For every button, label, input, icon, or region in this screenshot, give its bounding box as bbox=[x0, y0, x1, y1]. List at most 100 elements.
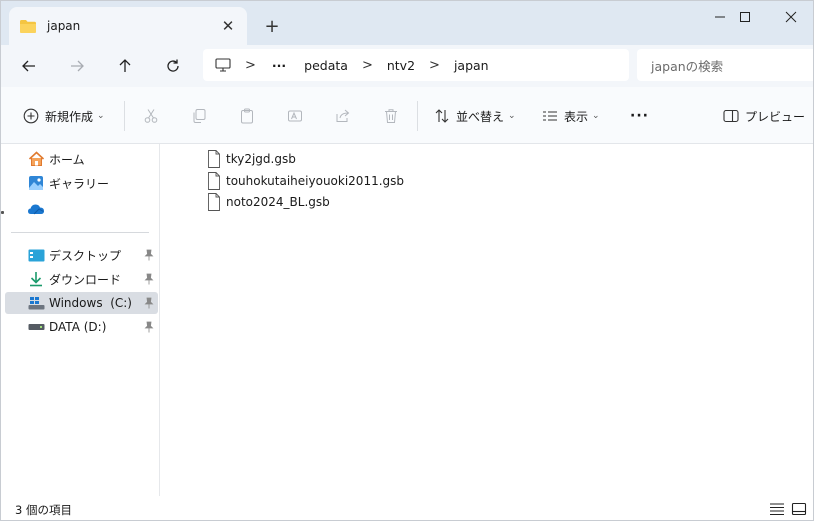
desktop-icon bbox=[27, 246, 45, 264]
preview-pane-button[interactable]: プレビュー bbox=[723, 105, 805, 127]
maximize-button[interactable] bbox=[722, 1, 768, 33]
divider bbox=[124, 101, 125, 131]
file-explorer-window: japan ✕ + > ··· pedata > ntv2 > japan ja… bbox=[0, 0, 814, 521]
sort-label: 並べ替え bbox=[456, 109, 505, 124]
breadcrumb-separator[interactable]: > bbox=[245, 58, 256, 73]
close-button[interactable] bbox=[768, 1, 813, 33]
sidebar-item-home[interactable]: ホーム bbox=[5, 148, 158, 170]
sidebar-item-downloads[interactable]: ダウンロード bbox=[5, 268, 158, 290]
sidebar-item-label: ギャラリー bbox=[49, 176, 110, 191]
pin-icon[interactable] bbox=[144, 249, 154, 261]
navigation-pane: ホーム ギャラリー デスクトップ ダウンロード Windows (C:) DAT… bbox=[1, 144, 159, 498]
item-count: 3 個の項目 bbox=[15, 503, 72, 517]
view-label: 表示 bbox=[564, 109, 589, 124]
new-label: 新規作成 bbox=[45, 109, 94, 124]
divider bbox=[417, 101, 418, 131]
pin-icon[interactable] bbox=[144, 297, 154, 309]
back-button[interactable] bbox=[13, 51, 45, 81]
delete-button[interactable] bbox=[380, 105, 402, 127]
chevron-down-icon: ⌄ bbox=[508, 111, 516, 121]
list-view-icon bbox=[543, 111, 557, 121]
new-tab-button[interactable]: + bbox=[259, 13, 285, 39]
preview-label: プレビュー bbox=[745, 109, 806, 124]
sidebar-item-data-d[interactable]: DATA (D:) bbox=[5, 316, 158, 338]
pin-icon[interactable] bbox=[144, 321, 154, 333]
sort-icon bbox=[435, 109, 449, 123]
breadcrumb-japan[interactable]: japan bbox=[454, 58, 489, 73]
computer-icon bbox=[215, 58, 231, 72]
window-edge-mark bbox=[1, 211, 4, 214]
view-button[interactable]: 表示 ⌄ bbox=[542, 105, 600, 127]
list-item[interactable]: noto2024_BL.gsb bbox=[207, 192, 330, 212]
preview-pane-icon bbox=[723, 109, 739, 123]
trash-icon bbox=[385, 109, 397, 123]
pane-splitter[interactable] bbox=[159, 144, 160, 496]
copy-button[interactable] bbox=[188, 105, 210, 127]
chevron-down-icon: ⌄ bbox=[592, 111, 600, 121]
address-bar[interactable]: > ··· pedata > ntv2 > japan bbox=[203, 49, 629, 81]
refresh-icon bbox=[167, 59, 179, 72]
chevron-down-icon: ⌄ bbox=[97, 111, 105, 121]
plus-circle-icon bbox=[23, 108, 39, 124]
sidebar-item-label: Windows (C:) bbox=[49, 296, 132, 310]
title-bar: japan ✕ + bbox=[1, 1, 813, 45]
paste-button[interactable] bbox=[236, 105, 258, 127]
list-item[interactable]: touhokutaiheiyouoki2011.gsb bbox=[207, 171, 404, 191]
arrow-up-icon bbox=[119, 59, 131, 72]
sidebar-item-onedrive[interactable] bbox=[5, 198, 158, 220]
sidebar-item-label: デスクトップ bbox=[49, 248, 122, 263]
pin-icon[interactable] bbox=[144, 273, 154, 285]
refresh-button[interactable] bbox=[157, 51, 189, 81]
file-name: tky2jgd.gsb bbox=[226, 152, 296, 166]
file-name: noto2024_BL.gsb bbox=[226, 195, 330, 209]
file-icon bbox=[208, 193, 220, 211]
command-bar: 新規作成 ⌄ 並べ替え ⌄ 表示 ⌄ ··· プレビュー bbox=[1, 87, 813, 144]
share-button[interactable] bbox=[332, 105, 354, 127]
address-row: > ··· pedata > ntv2 > japan japanの検索 bbox=[1, 45, 813, 87]
arrow-left-icon bbox=[22, 60, 35, 72]
file-icon bbox=[208, 172, 220, 190]
tab-japan[interactable]: japan ✕ bbox=[9, 7, 247, 45]
more-options-button[interactable]: ··· bbox=[630, 105, 649, 127]
rename-button[interactable] bbox=[284, 105, 306, 127]
forward-button[interactable] bbox=[61, 51, 93, 81]
breadcrumb-pedata[interactable]: pedata bbox=[304, 58, 348, 73]
sidebar-divider bbox=[11, 232, 149, 233]
sidebar-item-label: DATA (D:) bbox=[49, 320, 107, 334]
breadcrumb-ntv2[interactable]: ntv2 bbox=[387, 58, 415, 73]
breadcrumb-separator[interactable]: > bbox=[362, 58, 373, 73]
maximize-icon bbox=[740, 12, 750, 22]
sidebar-item-desktop[interactable]: デスクトップ bbox=[5, 244, 158, 266]
up-button[interactable] bbox=[109, 51, 141, 81]
tiles-view-icon[interactable] bbox=[791, 502, 807, 516]
windows-drive-icon bbox=[27, 294, 45, 312]
rename-icon bbox=[288, 110, 302, 122]
home-icon bbox=[27, 150, 45, 168]
new-button[interactable]: 新規作成 ⌄ bbox=[23, 105, 105, 127]
share-icon bbox=[336, 109, 350, 122]
list-item[interactable]: tky2jgd.gsb bbox=[207, 149, 296, 169]
search-placeholder: japanの検索 bbox=[651, 58, 724, 74]
status-bar: 3 個の項目 bbox=[1, 497, 813, 520]
cut-button[interactable] bbox=[140, 105, 162, 127]
details-view-icon[interactable] bbox=[769, 502, 785, 516]
tab-close-icon[interactable]: ✕ bbox=[215, 13, 241, 39]
scissors-icon bbox=[144, 109, 158, 123]
download-icon bbox=[27, 270, 45, 288]
sidebar-item-windows-c[interactable]: Windows (C:) bbox=[5, 292, 158, 314]
close-icon bbox=[785, 11, 797, 23]
tab-title: japan bbox=[47, 19, 81, 33]
arrow-right-icon bbox=[71, 60, 84, 72]
gallery-icon bbox=[27, 174, 45, 192]
sort-button[interactable]: 並べ替え ⌄ bbox=[434, 105, 516, 127]
file-icon bbox=[208, 150, 220, 168]
onedrive-icon bbox=[27, 200, 45, 218]
sidebar-item-label: ホーム bbox=[49, 152, 85, 167]
sidebar-item-gallery[interactable]: ギャラリー bbox=[5, 172, 158, 194]
search-input[interactable]: japanの検索 bbox=[637, 49, 813, 81]
file-name: touhokutaiheiyouoki2011.gsb bbox=[226, 174, 405, 188]
clipboard-icon bbox=[241, 108, 253, 124]
drive-icon bbox=[27, 318, 45, 336]
breadcrumb-separator[interactable]: > bbox=[429, 58, 440, 73]
breadcrumb-overflow[interactable]: ··· bbox=[272, 58, 286, 73]
